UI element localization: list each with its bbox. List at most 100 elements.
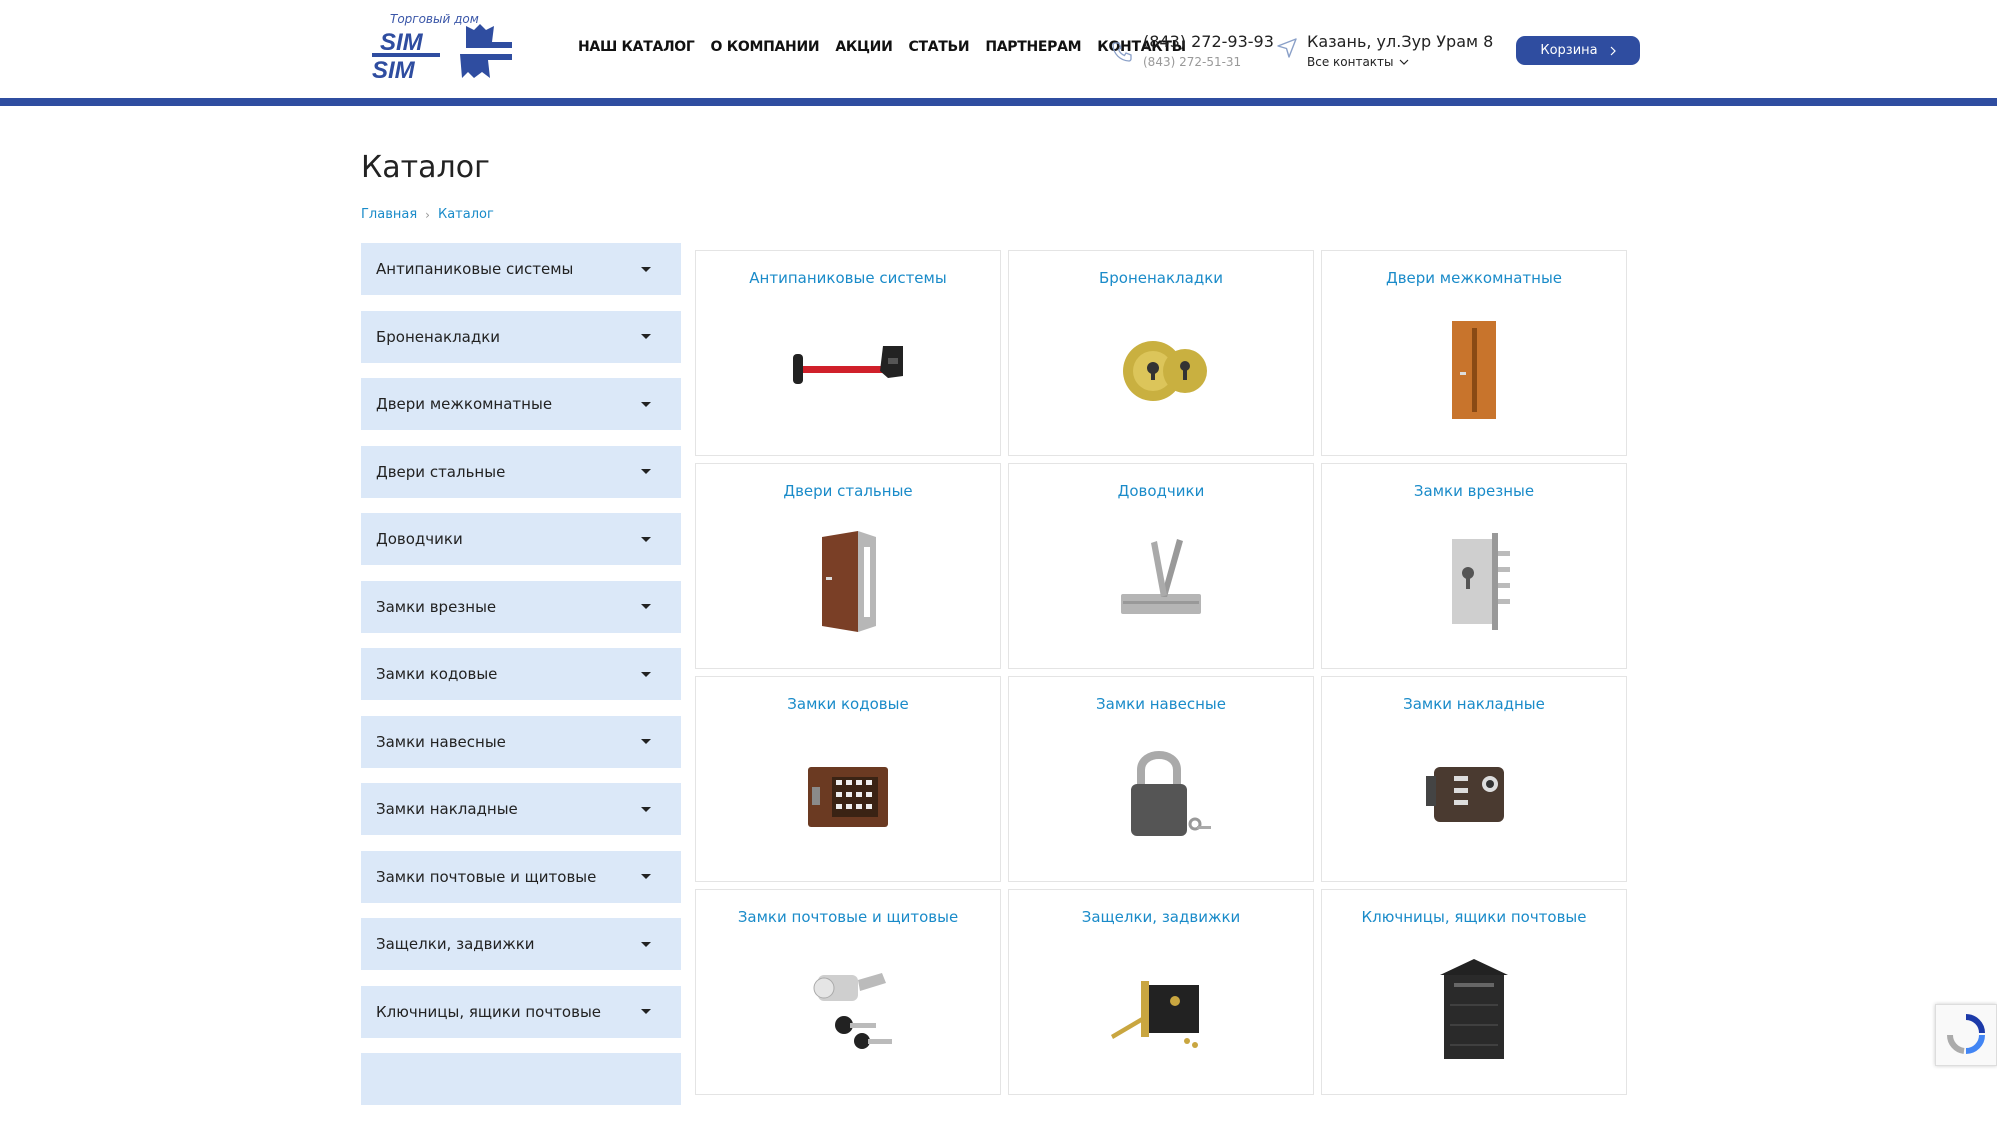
caret-down-icon	[641, 739, 651, 744]
category-sidebar: Антипаниковые системы Броненакладки Двер…	[361, 243, 681, 1121]
caret-down-icon	[641, 266, 651, 272]
catalog-card-title[interactable]: Двери стальные	[696, 482, 1000, 500]
recaptcha-icon	[1946, 1014, 1985, 1054]
sidebar-item-interior-doors[interactable]: Двери межкомнатные	[361, 378, 681, 430]
latch-icon	[1101, 955, 1221, 1060]
catalog-card-title[interactable]: Броненакладки	[1009, 269, 1313, 287]
sidebar-item-label: Замки врезные	[376, 597, 497, 616]
caret-down-icon	[641, 334, 651, 339]
logo[interactable]: Торговый дом SIM SIM	[370, 12, 515, 84]
page-title: Каталог	[361, 150, 490, 185]
sidebar-item-label: Двери межкомнатные	[376, 395, 553, 413]
catalog-card[interactable]: Замки кодовые	[695, 676, 1001, 882]
interior-door-icon	[1414, 316, 1534, 421]
catalog-card[interactable]: Замки накладные	[1321, 676, 1627, 882]
all-contacts-dropdown[interactable]: Все контакты	[1307, 55, 1409, 69]
breadcrumb-separator-icon: ›	[425, 207, 430, 222]
breadcrumb-catalog[interactable]: Каталог	[438, 207, 494, 222]
catalog-card-title[interactable]: Защелки, задвижки	[1009, 908, 1313, 926]
caret-down-icon	[641, 806, 651, 812]
catalog-card[interactable]: Двери межкомнатные	[1321, 250, 1627, 456]
catalog-card-title[interactable]: Замки врезные	[1322, 482, 1626, 500]
caret-down-icon	[641, 941, 651, 947]
sidebar-item-mortise-locks[interactable]: Замки врезные	[361, 580, 681, 633]
catalog-card[interactable]: Двери стальные	[695, 463, 1001, 669]
catalog-card[interactable]: Защелки, задвижки	[1008, 889, 1314, 1095]
caret-down-icon	[641, 671, 651, 677]
caret-down-icon	[641, 1009, 651, 1014]
sidebar-item-label: Антипаниковые системы	[376, 260, 574, 278]
sidebar-item-padlocks[interactable]: Замки навесные	[361, 715, 681, 768]
chevron-right-icon	[1610, 46, 1616, 55]
breadcrumb: Главная › Каталог	[361, 207, 494, 222]
sidebar-item-rim-locks[interactable]: Замки накладные	[361, 783, 681, 835]
sidebar-item-label: Замки кодовые	[376, 665, 498, 683]
location-arrow-icon	[1277, 38, 1297, 58]
sidebar-item-label: Броненакладки	[376, 327, 501, 346]
catalog-card[interactable]: Ключницы, ящики почтовые	[1321, 889, 1627, 1095]
nav-catalog[interactable]: НАШ КАТАЛОГ	[578, 39, 695, 55]
catalog-card-title[interactable]: Антипаниковые системы	[696, 269, 1000, 287]
caret-down-icon	[641, 604, 651, 609]
sidebar-item-latches[interactable]: Защелки, задвижки	[361, 918, 681, 970]
sidebar-item-code-locks[interactable]: Замки кодовые	[361, 648, 681, 700]
steel-door-icon	[788, 529, 908, 634]
armor-plate-icon	[1101, 316, 1221, 421]
caret-down-icon	[641, 401, 651, 407]
chevron-down-icon	[1399, 59, 1408, 65]
nav-promotions[interactable]: АКЦИИ	[835, 39, 893, 55]
sidebar-item-door-closers[interactable]: Доводчики	[361, 513, 681, 565]
recaptcha-badge[interactable]	[1935, 1004, 1997, 1066]
sidebar-item-label: Защелки, задвижки	[376, 935, 535, 953]
breadcrumb-home[interactable]: Главная	[361, 207, 417, 222]
header-divider	[0, 98, 1997, 106]
sidebar-item-antipanic[interactable]: Антипаниковые системы	[361, 243, 681, 295]
sidebar-item-label: Замки почтовые и щитовые	[376, 867, 597, 886]
sidebar-item-steel-doors[interactable]: Двери стальные	[361, 445, 681, 498]
catalog-card[interactable]: Броненакладки	[1008, 250, 1314, 456]
phone-main-link[interactable]: (843) 272-93-93	[1143, 32, 1274, 51]
catalog-card-title[interactable]: Двери межкомнатные	[1322, 269, 1626, 287]
mailbox-icon	[1414, 955, 1534, 1060]
catalog-grid: Антипаниковые системы Броненакладки Двер…	[695, 250, 1627, 1095]
door-closer-icon	[1101, 529, 1221, 634]
catalog-card[interactable]: Доводчики	[1008, 463, 1314, 669]
logo-subtitle: Торговый дом	[390, 12, 479, 26]
mortise-lock-icon	[1414, 529, 1534, 634]
phone-icon	[1112, 42, 1132, 62]
sidebar-item-label: Доводчики	[376, 530, 463, 548]
address-text: Казань, ул.Зур Урам 8	[1307, 32, 1494, 51]
cart-button[interactable]: Корзина	[1516, 36, 1640, 65]
catalog-card-title[interactable]: Замки кодовые	[696, 695, 1000, 713]
catalog-card-title[interactable]: Замки навесные	[1009, 695, 1313, 713]
caret-down-icon	[641, 536, 651, 542]
catalog-card-title[interactable]: Доводчики	[1009, 482, 1313, 500]
logo-line1: SIM	[380, 29, 424, 56]
catalog-card[interactable]: Замки врезные	[1321, 463, 1627, 669]
panic-bar-icon	[788, 316, 908, 421]
sidebar-item-mail-locks[interactable]: Замки почтовые и щитовые	[361, 850, 681, 903]
sidebar-item-label: Замки накладные	[376, 800, 518, 818]
padlock-icon	[1101, 742, 1221, 847]
nav-about[interactable]: О КОМПАНИИ	[711, 39, 820, 55]
code-lock-icon	[788, 742, 908, 847]
sidebar-item-label: Двери стальные	[376, 462, 506, 481]
catalog-card-title[interactable]: Замки почтовые и щитовые	[696, 908, 1000, 926]
rim-lock-icon	[1414, 742, 1534, 847]
catalog-card-title[interactable]: Замки накладные	[1322, 695, 1626, 713]
sidebar-item-key-boxes[interactable]: Ключницы, ящики почтовые	[361, 985, 681, 1038]
catalog-card-title[interactable]: Ключницы, ящики почтовые	[1322, 908, 1626, 926]
catalog-card[interactable]: Замки почтовые и щитовые	[695, 889, 1001, 1095]
nav-partners[interactable]: ПАРТНЕРАМ	[985, 39, 1081, 55]
nav-articles[interactable]: СТАТЬИ	[909, 39, 970, 55]
sidebar-item-more[interactable]	[361, 1053, 681, 1105]
catalog-card[interactable]: Антипаниковые системы	[695, 250, 1001, 456]
catalog-card[interactable]: Замки навесные	[1008, 676, 1314, 882]
sidebar-item-label: Ключницы, ящики почтовые	[376, 1002, 602, 1021]
sidebar-item-armor-plates[interactable]: Броненакладки	[361, 310, 681, 363]
cam-lock-icon	[788, 955, 908, 1060]
site-header: Торговый дом SIM SIM НАШ КАТАЛОГ О КОМПА…	[0, 0, 1997, 98]
cart-button-label: Корзина	[1540, 43, 1598, 58]
main-nav: НАШ КАТАЛОГ О КОМПАНИИ АКЦИИ СТАТЬИ ПАРТ…	[578, 39, 1186, 55]
phone-secondary-link[interactable]: (843) 272-51-31	[1143, 55, 1241, 69]
